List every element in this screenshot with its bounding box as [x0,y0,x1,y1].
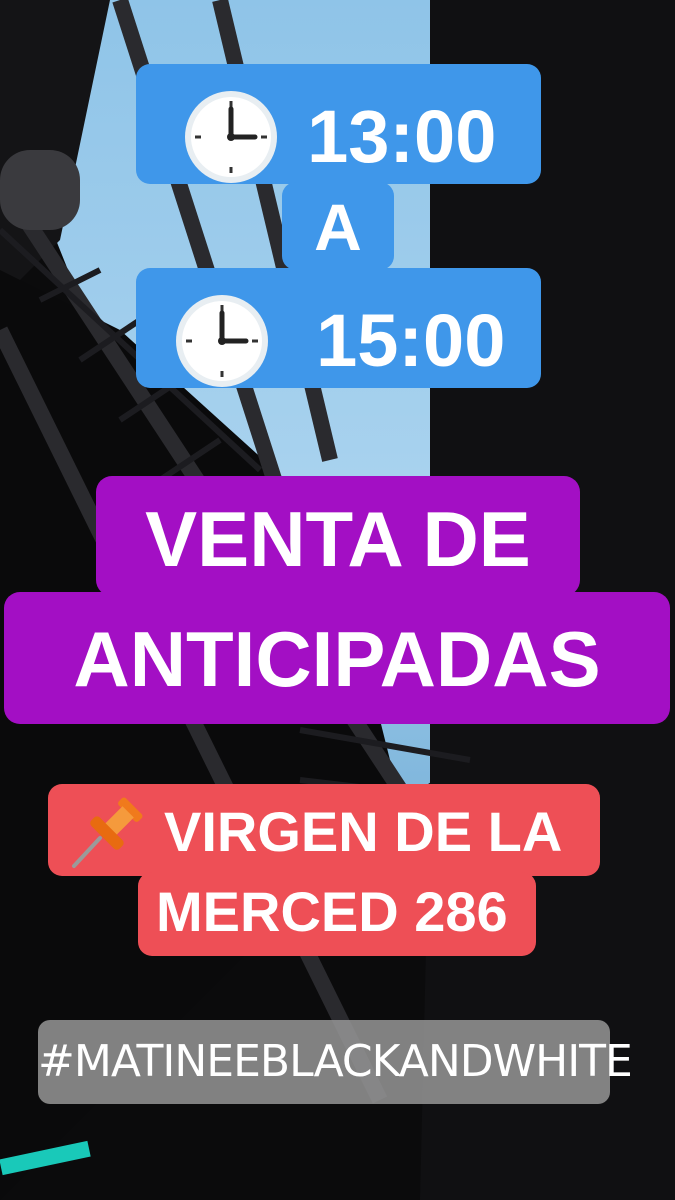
headline-sticker-line2[interactable]: ANTICIPADAS [4,592,670,724]
start-time-sticker[interactable]: 13:00 [136,64,541,184]
location-sticker-line2[interactable]: MERCED 286 [138,872,536,956]
location-line1: VIRGEN DE LA [164,800,563,863]
hashtag-sticker[interactable]: #MATINEEBLACKANDWHITE [38,1020,633,1104]
location-sticker-line1[interactable]: VIRGEN DE LA [48,784,600,876]
location-line2: MERCED 286 [156,880,508,943]
end-time-sticker[interactable]: 15:00 [136,268,541,388]
pushpin-icon [72,797,143,868]
end-time-text: 15:00 [316,299,506,382]
headline-line1: VENTA DE [145,495,531,583]
clock-icon [175,295,268,387]
connector-sticker[interactable]: A [282,182,394,270]
headline-line2: ANTICIPADAS [73,615,601,703]
connector-text: A [314,190,362,264]
clock-icon [184,91,277,183]
headline-sticker-line1[interactable]: VENTA DE [96,476,580,596]
start-time-text: 13:00 [307,95,497,178]
hashtag-text: #MATINEEBLACKANDWHITE [38,1036,633,1087]
